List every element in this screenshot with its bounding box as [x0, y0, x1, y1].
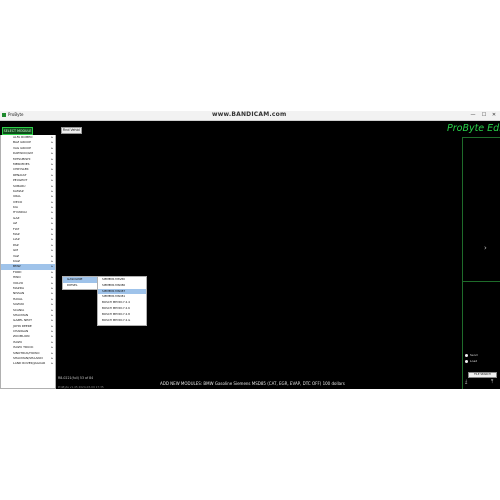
brand-menu-item-label: AZ — [13, 221, 18, 226]
upload-icon[interactable]: ⤒ — [491, 379, 493, 385]
brand-menu-item-label: MAZ — [13, 232, 20, 237]
ecu-submenu-item[interactable]: BOSCH MEVD17.2.G — [98, 318, 146, 324]
brand-menu-item-label: ZOOMLION — [13, 334, 30, 339]
brand-menu-item-label: KIAZ — [13, 258, 20, 263]
fuel-submenu-item[interactable]: DIESEL▸ — [63, 283, 101, 289]
ecu-submenu-item-label: BOSCH MEVD17.2.4 — [102, 300, 130, 305]
brand-menu-item-label: BMW — [13, 264, 21, 269]
find-vehicle-button[interactable]: Find Vehicl — [61, 127, 82, 134]
brand-menu-item-label: NISSAN — [13, 291, 25, 296]
brand-menu-item-label: HYUNDAI — [13, 210, 27, 215]
brand-menu-item[interactable]: LAND ROVER/JAGUAR ▸ — [1, 361, 55, 366]
title-bar: ProByte www.BANDICAM.com — ☐ ✕ — [0, 111, 500, 121]
download-icon[interactable]: ⤓ — [465, 379, 467, 385]
brand-menu: ALFA ROMEO ▸ BAZ GROUP ▸ VAG GROUP ▸ DAEWOO/GM… — [0, 135, 56, 389]
brand-menu-item-label: FIAT — [13, 226, 20, 231]
ecu-submenu-item-label: SIEMENS MSD87 — [102, 288, 126, 293]
radio-icon — [465, 359, 468, 363]
brand-menu-item-label: JOHN DEERE — [13, 323, 32, 328]
chevron-right-icon[interactable]: › — [484, 244, 487, 252]
app-window: ProByte www.BANDICAM.com — ☐ ✕ SELECT MO… — [0, 111, 500, 389]
submenu-arrow-icon: ▸ — [51, 361, 53, 366]
brand-menu-item-label: CHRYSLER — [13, 167, 29, 172]
brand-menu-item-label: MERCEDES — [13, 161, 30, 166]
recording-watermark: www.BANDICAM.com — [212, 111, 287, 118]
radio-label: Load — [470, 359, 478, 363]
brand-menu-item-label: HAVAL — [13, 296, 23, 301]
brand-menu-item-label: LAND ROVER/JAGUAR — [13, 361, 46, 366]
fuel-submenu: GASOLINE▸DIESEL▸ — [62, 276, 102, 290]
brand-menu-item-label: BAZ GROUP — [13, 140, 31, 145]
brand-menu-item-label: SHACMAN — [13, 312, 29, 317]
brand-menu-item-label: MITSUBISHI — [13, 156, 31, 161]
brand-menu-item-label: GAZEL NEXT — [13, 318, 32, 323]
version-text: ProByte v1.45 2024-03-09 17:35 — [58, 385, 104, 389]
brand-menu-item-label: ISUZU TRUCK — [13, 345, 34, 350]
maximize-button[interactable]: ☐ — [479, 111, 489, 119]
ecu-submenu-item-label: SIEMENS MSD81 — [102, 294, 126, 299]
radio-label: Send — [470, 353, 478, 357]
brand-menu-item-label: SUBARU — [13, 183, 26, 188]
ecu-submenu-item-label: BOSCH MEVD17.2.G — [102, 317, 131, 322]
ecu-submenu-item-label: SIEMENS MSD80 — [102, 282, 126, 287]
app-icon — [2, 113, 6, 117]
brand-menu-item-label: IVECO — [13, 199, 23, 204]
brand-menu-item-label: PAZ — [13, 242, 19, 247]
close-button[interactable]: ✕ — [489, 111, 499, 119]
file-search-button[interactable]: FILE SEARCH — [468, 372, 497, 378]
select-module-button[interactable]: SELECT MODULE — [2, 127, 33, 135]
brand-menu-item-label: SUZUKI — [13, 302, 25, 307]
brand-menu-item-label: SCANIA — [13, 307, 25, 312]
radio-load[interactable]: Load — [465, 359, 477, 363]
news-ticker: ADD NEW MODULES: BMW Gasoline Siemens MS… — [160, 381, 345, 386]
app-title: ProByte — [8, 112, 24, 117]
brand-menu-item-label: LIAZ — [13, 237, 20, 242]
right-panel — [462, 137, 500, 282]
brand-menu-item-label: DAEWOO/GM — [13, 151, 33, 156]
brand-menu-item-label: SHACMAN/SHAANXI — [13, 356, 43, 361]
ecu-submenu-item-label: BOSCH MEVD17.2.8 — [102, 311, 130, 316]
brand-menu-item-label: KAMAZ — [13, 188, 24, 193]
brand-menu-item-label: FORD — [13, 269, 22, 274]
ecu-submenu-item-label: SIEMENS MSV80 — [102, 277, 125, 281]
brand-menu-item-label: GM — [13, 248, 18, 253]
status-text: R8-0221(full) 53 of 84 — [58, 376, 94, 380]
brand-menu-item-label: HINO — [13, 275, 21, 280]
brand-menu-item-label: PEUGEOT — [13, 178, 28, 183]
brand-menu-item-label: GAZ — [13, 215, 20, 220]
brand-menu-item-label: VOLVO — [13, 280, 24, 285]
app-logo: ProByte Edit — [447, 123, 500, 134]
panel-divider — [462, 137, 463, 389]
brand-menu-item-label: MAZDA — [13, 285, 25, 290]
ecu-submenu-item-label: BOSCH MEVD17.2.6 — [102, 305, 130, 310]
brand-menu-item-label: KIA — [13, 205, 18, 210]
fuel-submenu-item-label: DIESEL — [67, 282, 78, 287]
radio-icon — [465, 353, 468, 357]
fuel-submenu-item-label: GASOLINE — [67, 277, 83, 281]
brand-menu-item-label: ISUZU — [13, 339, 23, 344]
ecu-submenu: SIEMENS MSV80 SIEMENS MSD80 SIEMENS MSD87 S… — [97, 276, 147, 326]
brand-menu-item-label: URAL — [13, 194, 21, 199]
brand-menu-item-label: VAG GROUP — [13, 145, 31, 150]
brand-menu-item-label: ALFA ROMEO — [13, 135, 33, 139]
brand-menu-item-label: CHANGAN — [13, 329, 29, 334]
minimize-button[interactable]: — — [468, 111, 478, 119]
radio-send[interactable]: Send — [465, 353, 478, 357]
brand-menu-item-label: VAZ — [13, 253, 19, 258]
brand-menu-item-label: RENAULT — [13, 172, 27, 177]
brand-menu-item-label: SINOTRUK/HOWO — [13, 350, 40, 355]
